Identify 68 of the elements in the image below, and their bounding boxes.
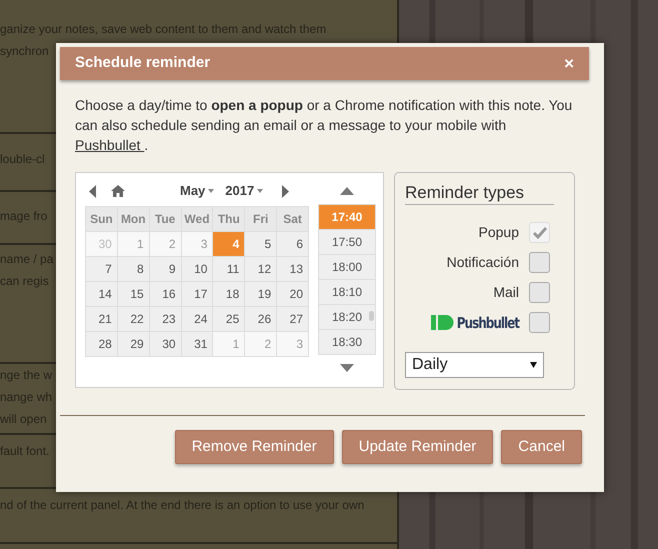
day-cell[interactable]: 26 — [245, 307, 276, 331]
day-cell[interactable]: 6 — [277, 232, 308, 256]
previous-icon[interactable] — [89, 184, 96, 198]
option-label: Notificación — [446, 253, 519, 272]
panel-title: Reminder types — [405, 183, 554, 205]
day-cell[interactable]: 8 — [118, 257, 149, 281]
dialog-title: Schedule reminder — [75, 53, 210, 74]
day-cell[interactable]: 31 — [182, 332, 212, 356]
caret-icon — [208, 189, 214, 193]
weekday-header: Tue — [150, 207, 181, 231]
pushbullet-logo-icon — [430, 315, 454, 330]
next-icon[interactable] — [282, 184, 290, 198]
pushbullet-link[interactable]: Pushbullet — [75, 137, 144, 153]
day-cell[interactable]: 5 — [245, 232, 276, 256]
day-cell[interactable]: 15 — [118, 282, 149, 306]
day-cell[interactable]: 19 — [245, 282, 276, 306]
weekday-header: Thu — [213, 207, 244, 231]
day-cell[interactable]: 22 — [118, 307, 149, 331]
time-option[interactable]: 18:10 — [319, 280, 375, 304]
scrollbar-thumb[interactable] — [369, 311, 374, 321]
scroll-up-icon[interactable] — [340, 187, 354, 195]
close-button[interactable]: × — [564, 55, 574, 72]
weekday-header: Fri — [245, 207, 276, 231]
weekday-header: Mon — [118, 207, 149, 231]
weekday-header: Wed — [182, 207, 212, 231]
dropdown-caret-icon — [530, 362, 537, 368]
dialog-button[interactable]: Cancel — [501, 430, 582, 464]
day-cell[interactable]: 16 — [150, 282, 181, 306]
option-label: Popup — [478, 223, 519, 242]
day-cell[interactable]: 14 — [86, 282, 117, 306]
time-option[interactable]: 18:30 — [319, 330, 375, 354]
day-cell[interactable]: 13 — [277, 257, 308, 281]
day-cell[interactable]: 21 — [86, 307, 117, 331]
dialog-button[interactable]: Update Reminder — [342, 430, 494, 464]
day-cell[interactable]: 11 — [213, 257, 244, 281]
weekday-header: Sat — [277, 207, 308, 231]
weekday-header: Sun — [86, 207, 117, 231]
description-text: Choose a day/time to open a popup or a Chrome notification with this note. You can also schedule sending an email or a message to your mobile with Pushbullet . — [75, 96, 574, 155]
day-cell[interactable]: 30 — [150, 332, 181, 356]
day-cell[interactable]: 20 — [277, 282, 308, 306]
time-option[interactable]: 18:20 — [319, 305, 375, 329]
checkbox[interactable] — [529, 312, 550, 333]
dialog-button[interactable]: Remove Reminder — [174, 430, 334, 464]
day-cell[interactable]: 9 — [150, 257, 181, 281]
time-option[interactable]: 18:00 — [319, 255, 375, 279]
repeat-dropdown[interactable]: Daily — [405, 352, 544, 378]
scroll-down-icon[interactable] — [340, 364, 354, 372]
day-cell[interactable]: 7 — [86, 257, 117, 281]
day-cell[interactable]: 23 — [150, 307, 181, 331]
day-cell[interactable]: 18 — [213, 282, 244, 306]
day-cell[interactable]: 10 — [182, 257, 212, 281]
home-icon[interactable] — [111, 185, 125, 197]
day-cell[interactable]: 27 — [277, 307, 308, 331]
day-cell[interactable]: 25 — [213, 307, 244, 331]
day-cell[interactable]: 29 — [118, 332, 149, 356]
year-dropdown[interactable]: 2017 — [225, 181, 264, 201]
month-dropdown[interactable]: May — [180, 181, 214, 201]
checkbox[interactable] — [529, 282, 550, 303]
day-cell[interactable]: 17 — [182, 282, 212, 306]
option-label: Pushbullet — [456, 312, 519, 334]
option-label: Mail — [493, 283, 519, 302]
day-cell[interactable]: 28 — [86, 332, 117, 356]
day-cell[interactable]: 24 — [182, 307, 212, 331]
day-cell[interactable]: 12 — [245, 257, 276, 281]
time-option[interactable]: 17:50 — [319, 230, 375, 254]
checkmark-icon — [532, 226, 546, 238]
checkbox[interactable] — [529, 252, 550, 273]
caret-icon — [257, 189, 264, 193]
